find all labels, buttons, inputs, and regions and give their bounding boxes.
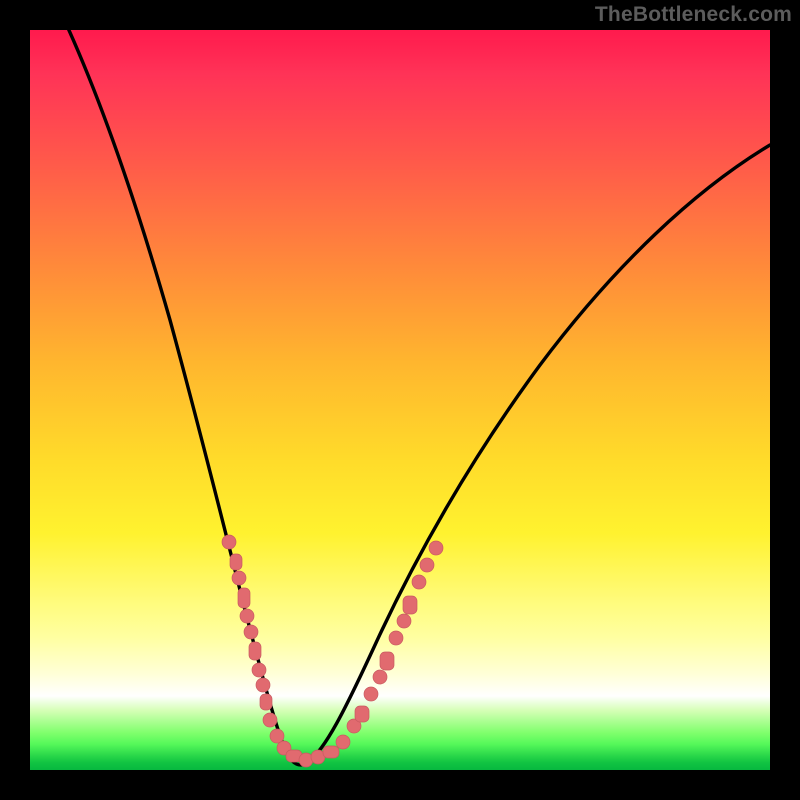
watermark-text: TheBottleneck.com bbox=[595, 3, 792, 27]
bottleneck-curve bbox=[50, 30, 770, 765]
marker-dot bbox=[238, 588, 250, 608]
curve-layer bbox=[50, 30, 770, 765]
marker-dot bbox=[412, 575, 426, 589]
marker-dot bbox=[263, 713, 277, 727]
marker-dot bbox=[252, 663, 266, 677]
marker-dot bbox=[244, 625, 258, 639]
marker-dot bbox=[373, 670, 387, 684]
marker-dot bbox=[355, 706, 369, 722]
marker-dot bbox=[270, 729, 284, 743]
marker-dot bbox=[403, 596, 417, 614]
plot-area bbox=[30, 30, 770, 770]
marker-dot bbox=[364, 687, 378, 701]
marker-dot bbox=[240, 609, 254, 623]
marker-dot bbox=[256, 678, 270, 692]
marker-dot bbox=[389, 631, 403, 645]
marker-dot bbox=[420, 558, 434, 572]
marker-dot bbox=[336, 735, 350, 749]
marker-dot bbox=[222, 535, 236, 549]
marker-dot bbox=[429, 541, 443, 555]
marker-dot bbox=[380, 652, 394, 670]
chart-frame: TheBottleneck.com bbox=[0, 0, 800, 800]
marker-dot bbox=[323, 746, 339, 758]
marker-dot bbox=[230, 554, 242, 570]
marker-dot bbox=[232, 571, 246, 585]
chart-svg bbox=[30, 30, 770, 770]
marker-dot bbox=[260, 694, 272, 710]
marker-dot bbox=[249, 642, 261, 660]
marker-dot bbox=[397, 614, 411, 628]
